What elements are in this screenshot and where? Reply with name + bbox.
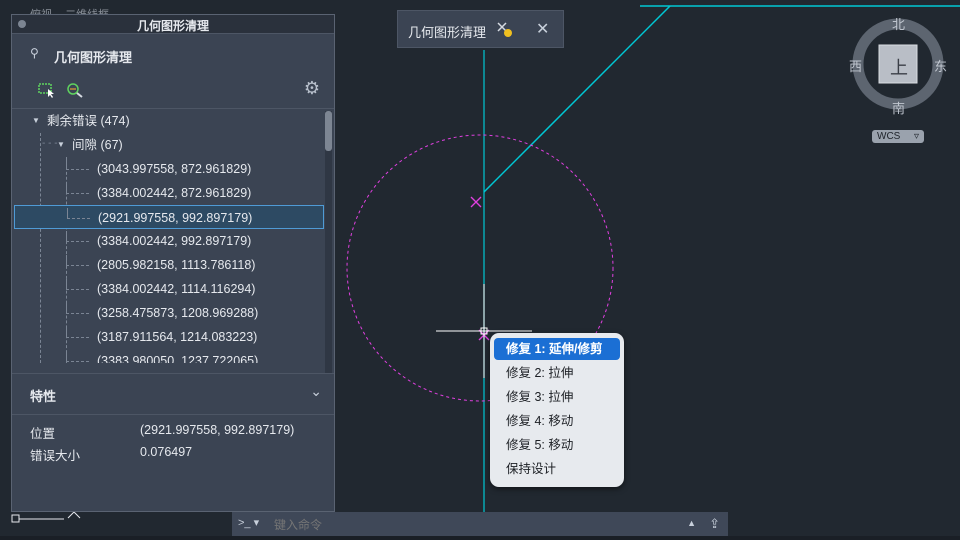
tree-connector [66,279,89,290]
collapse-chevron-icon[interactable]: ⌄ [310,383,322,400]
tree-connector [66,231,89,242]
context-menu-item[interactable]: 修复 5: 移动 [494,434,620,456]
tree-root-remaining-errors[interactable]: ▼ 剩余错误 (474) [12,109,324,133]
palette-title: 几何图形清理 [136,19,209,33]
palette-toolbar: ⚙ [12,72,334,109]
floating-cleanup-toolbar: 几何图形清理 ✕ [397,10,564,48]
tree-error-item-label: (3384.002442, 1114.116294) [97,282,256,296]
context-menu-item[interactable]: 修复 3: 拉伸 [494,386,620,408]
tree-error-item[interactable]: (3384.002442, 992.897179) [12,229,324,253]
property-size-value: 0.076497 [140,445,193,459]
share-icon[interactable]: ⇪ [709,516,720,532]
status-bar [0,536,960,540]
compass-east[interactable]: 东 [934,56,947,75]
zoom-error-icon[interactable] [66,82,84,98]
tree-connector [66,303,89,314]
tree-error-item-label: (2805.982158, 1113.786118) [97,258,256,272]
tree-error-item[interactable]: (3043.997558, 872.961829) [12,157,324,181]
tree-error-item-label: (3043.997558, 872.961829) [97,162,252,176]
zoom-icon[interactable]: ⚲ [30,46,39,60]
palette-heading: 几何图形清理 [54,50,133,65]
compass-north[interactable]: 北 [892,14,905,33]
fix-context-menu: 修复 1: 延伸/修剪 修复 2: 拉伸 修复 3: 拉伸 修复 4: 移动 修复 5:… [490,333,624,487]
compass-south[interactable]: 南 [892,98,905,117]
history-up-icon[interactable]: ▲ [687,518,696,528]
tree-error-item-label: (3258.475873, 1208.969288) [97,306,259,320]
compass-west[interactable]: 西 [849,56,862,75]
caret-down-icon[interactable]: ▼ [57,133,65,157]
tree-error-item-label: (3384.002442, 872.961829) [97,186,252,200]
tree-error-item-label: (3384.002442, 992.897179) [97,234,252,248]
tree-error-item[interactable]: (3258.475873, 1208.969288) [12,301,324,325]
tree-error-item[interactable]: (2805.982158, 1113.786118) [12,253,324,277]
context-menu-item[interactable]: 保持设计 [494,458,620,480]
tree-connector [66,327,89,338]
properties-title: 特性 [30,389,57,404]
tree-error-item-label: (2921.997558, 992.897179) [98,211,253,225]
geometry-cleanup-palette: 几何图形清理 ⚲ 几何图形清理 ⚙ ▼ 剩余错误 (474) - - - ▼ 间… [11,14,335,512]
palette-titlebar[interactable]: 几何图形清理 [12,15,334,34]
tree-error-item-label: (3187.911564, 1214.083223) [97,330,258,344]
chevron-down-icon: ▿ [913,131,919,142]
select-objects-icon[interactable] [38,82,56,98]
tree-connector [66,351,89,362]
toolbar-title: 几何图形清理 [408,25,487,40]
properties-section-header[interactable]: 特性 ⌄ [12,373,334,415]
command-input[interactable] [272,515,676,535]
tree-error-item-label: (3383.980050, 1237.722065) [97,354,259,363]
fix-suggestion-icon[interactable] [496,21,514,39]
tree-connector [66,159,89,170]
property-position-value: (2921.997558, 992.897179) [140,423,295,437]
context-menu-item[interactable]: 修复 1: 延伸/修剪 [494,338,620,360]
tree-scrollbar[interactable] [325,111,332,373]
error-tree: ▼ 剩余错误 (474) - - - ▼ 间隙 (67) (3043.99755… [12,109,334,363]
tree-connector [66,183,89,194]
context-menu-item[interactable]: 修复 4: 移动 [494,410,620,432]
tree-error-item[interactable]: (3383.980050, 1237.722065) [12,349,324,363]
viewcube-face-top[interactable]: 上 [890,54,908,80]
tree-root-label: 剩余错误 (474) [47,114,130,128]
tree-group-label: 间隙 (67) [72,138,123,152]
viewcube[interactable]: 北 南 东 西 上 WCS ▿ [846,12,956,152]
tree-error-item[interactable]: (2921.997558, 992.897179) [14,205,324,229]
wcs-dropdown[interactable]: WCS ▿ [872,130,924,143]
close-icon[interactable]: ✕ [536,19,549,39]
tree-error-item[interactable]: (3384.002442, 1114.116294) [12,277,324,301]
scrollbar-thumb[interactable] [325,111,332,151]
context-menu-item[interactable]: 修复 2: 拉伸 [494,362,620,384]
tree-error-item[interactable]: (3187.911564, 1214.083223) [12,325,324,349]
settings-gear-icon[interactable]: ⚙ [304,78,320,99]
tree-group-gaps[interactable]: - - - ▼ 间隙 (67) [12,133,324,157]
ucs-icon [11,511,81,523]
error-marker [470,196,482,208]
command-line: >_ ▾ ▲ ⇪ [232,512,728,536]
tree-connector [66,255,89,266]
wcs-label: WCS [877,131,901,142]
property-position-label: 位置 [30,427,56,441]
palette-header: ⚲ 几何图形清理 [12,34,334,72]
tree-connector [67,208,90,219]
command-prompt-icon[interactable]: >_ ▾ [238,516,259,529]
tree-error-item[interactable]: (3384.002442, 872.961829) [12,181,324,205]
caret-down-icon[interactable]: ▼ [32,109,40,133]
property-size-label: 错误大小 [30,449,81,463]
